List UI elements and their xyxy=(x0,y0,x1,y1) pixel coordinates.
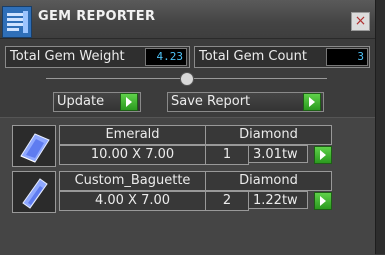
total-gem-count-field: Total Gem Count 3 xyxy=(194,46,370,68)
gem-qty: 2 xyxy=(205,191,249,211)
collapse-toggle-knob[interactable] xyxy=(180,72,194,86)
list-item[interactable]: Emerald Diamond 10.00 X 7.00 1 3.01tw xyxy=(12,125,334,167)
gem-weight: 3.01tw xyxy=(248,145,308,163)
gem-list: Emerald Diamond 10.00 X 7.00 1 3.01tw Cu… xyxy=(0,117,375,255)
close-button[interactable]: × xyxy=(351,12,370,31)
emerald-gem-icon xyxy=(12,125,56,167)
gem-name: Emerald xyxy=(59,125,206,145)
baguette-gem-icon xyxy=(12,171,56,213)
gem-material: Diamond xyxy=(205,125,332,145)
update-go-icon[interactable] xyxy=(120,93,138,111)
update-button[interactable]: Update xyxy=(53,92,141,112)
save-report-button[interactable]: Save Report xyxy=(167,92,324,112)
save-report-go-icon[interactable] xyxy=(303,93,321,111)
total-gem-count-value: 3 xyxy=(326,48,368,66)
list-item[interactable]: Custom_Baguette Diamond 4.00 X 7.00 2 1.… xyxy=(12,171,334,213)
title-bar: GEM REPORTER × xyxy=(0,0,385,39)
gem-qty: 1 xyxy=(205,145,249,165)
total-gem-count-label: Total Gem Count xyxy=(199,49,307,64)
window-title: GEM REPORTER xyxy=(38,9,156,24)
gem-weight: 1.22tw xyxy=(248,191,308,209)
gem-go-icon[interactable] xyxy=(314,146,332,164)
gem-size: 10.00 X 7.00 xyxy=(59,145,206,165)
gem-go-icon[interactable] xyxy=(314,192,332,210)
gem-name: Custom_Baguette xyxy=(59,171,206,191)
total-gem-weight-field: Total Gem Weight 4.23 xyxy=(5,46,190,68)
window-right-edge xyxy=(375,0,385,254)
gem-size: 4.00 X 7.00 xyxy=(59,191,206,211)
report-app-icon xyxy=(2,6,32,38)
gem-material: Diamond xyxy=(205,171,332,191)
total-gem-weight-label: Total Gem Weight xyxy=(10,49,125,64)
save-report-label: Save Report xyxy=(171,94,251,109)
total-gem-weight-value: 4.23 xyxy=(145,48,187,66)
update-label: Update xyxy=(57,94,105,109)
